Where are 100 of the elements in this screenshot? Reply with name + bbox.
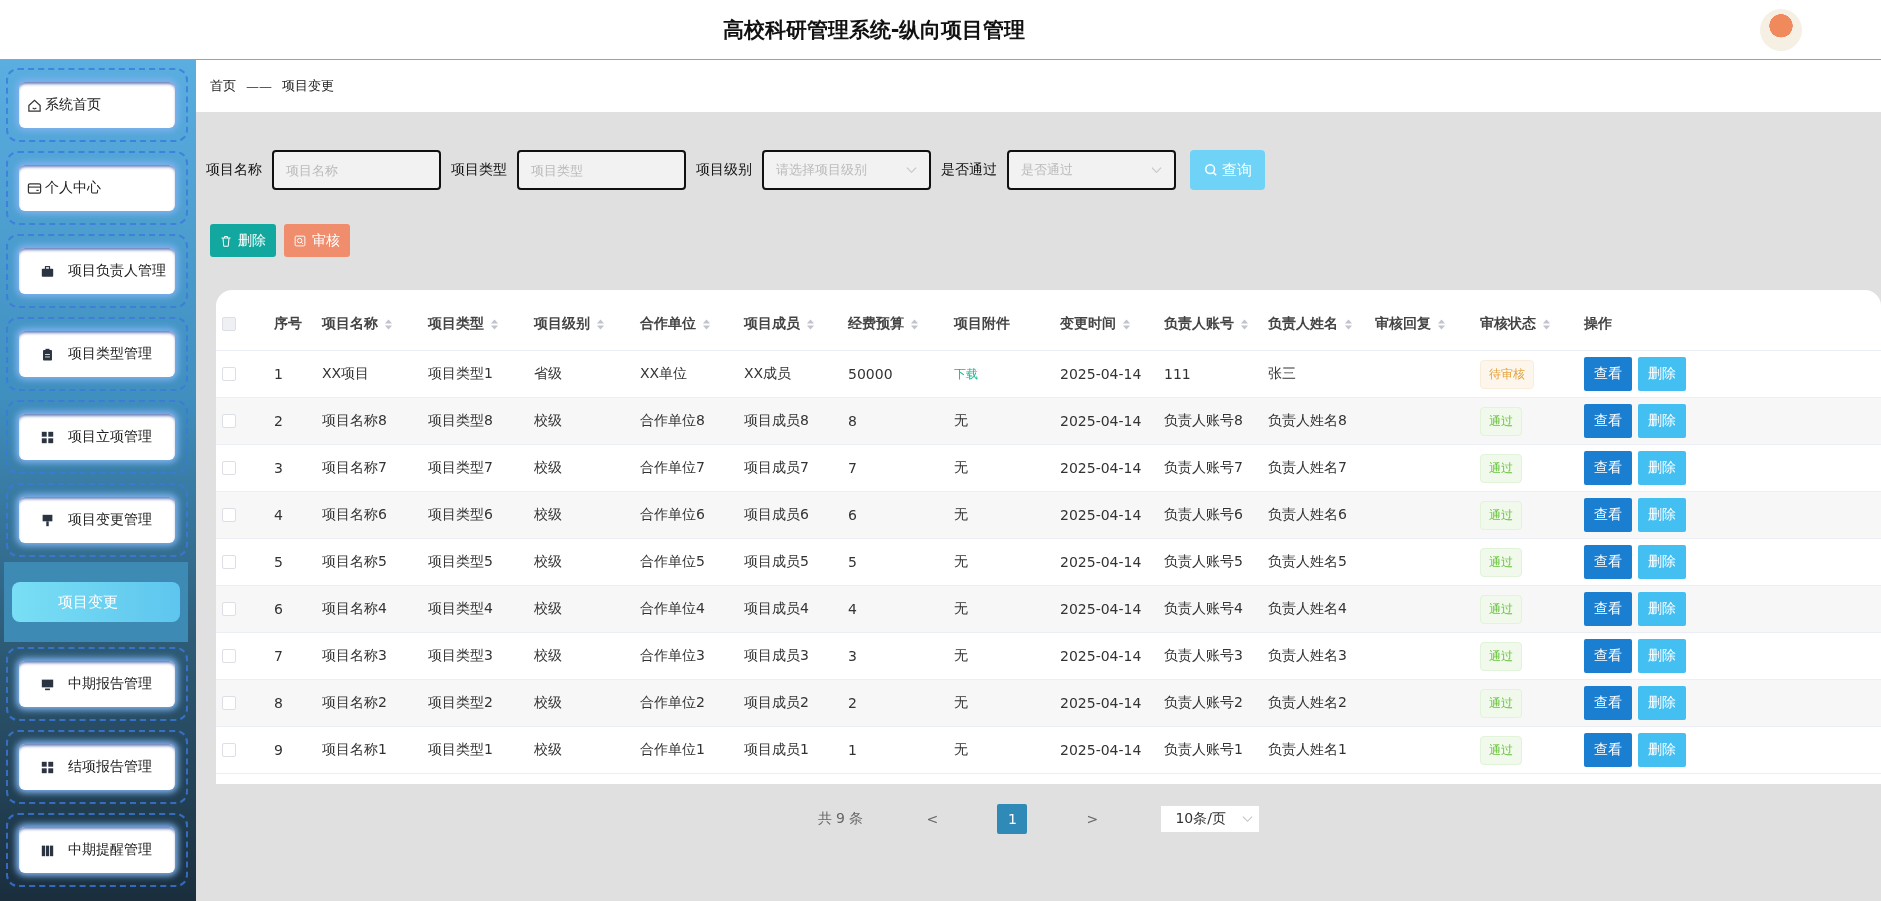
- status-tag: 通过: [1480, 547, 1522, 577]
- checkbox[interactable]: [222, 555, 236, 569]
- table-cell: 负责人姓名3: [1268, 647, 1347, 665]
- column-header: 序号: [274, 315, 302, 333]
- menu-item[interactable]: 项目变更管理: [19, 497, 175, 543]
- window-title: 高校科研管理系统-纵向项目管理: [721, 16, 1027, 44]
- table-cell: 项目名称7: [322, 459, 387, 477]
- breadcrumb-link[interactable]: 首页: [210, 77, 236, 95]
- view-button[interactable]: 查看: [1584, 357, 1632, 391]
- sort-icon[interactable]: [384, 317, 393, 331]
- table-cell: 6: [848, 507, 857, 523]
- table-cell: 项目名称8: [322, 412, 387, 430]
- sort-icon[interactable]: [490, 317, 499, 331]
- checkbox[interactable]: [222, 317, 236, 331]
- sort-icon[interactable]: [806, 317, 815, 331]
- view-button[interactable]: 查看: [1584, 639, 1632, 673]
- menu-item[interactable]: 结项报告管理: [19, 744, 175, 790]
- table-cell: XX成员: [744, 365, 792, 383]
- checkbox[interactable]: [222, 696, 236, 710]
- sort-icon[interactable]: [1344, 317, 1353, 331]
- menu-item[interactable]: 项目负责人管理: [19, 248, 175, 294]
- table-cell: 张三: [1268, 365, 1296, 383]
- view-button[interactable]: 查看: [1584, 404, 1632, 438]
- status-tag: 通过: [1480, 594, 1522, 624]
- table-cell: 无: [954, 600, 968, 618]
- column-header: 项目类型: [428, 315, 484, 333]
- view-button[interactable]: 查看: [1584, 498, 1632, 532]
- view-button[interactable]: 查看: [1584, 545, 1632, 579]
- books-icon: [41, 843, 54, 857]
- table-cell: 校级: [534, 553, 562, 571]
- chevron-icon: [1151, 166, 1162, 174]
- checkbox[interactable]: [222, 649, 236, 663]
- table-cell: 项目类型3: [428, 647, 493, 665]
- column-header: 项目名称: [322, 315, 378, 333]
- menu-item[interactable]: 项目类型管理: [19, 331, 175, 377]
- page-button[interactable]: 1: [997, 804, 1028, 834]
- table-cell: 负责人姓名5: [1268, 553, 1347, 571]
- next-page-button[interactable]: >: [1077, 810, 1108, 828]
- table-cell: 校级: [534, 459, 562, 477]
- table-cell: 4: [848, 601, 857, 617]
- menu-item[interactable]: 个人中心: [19, 165, 175, 211]
- view-button[interactable]: 查看: [1584, 733, 1632, 767]
- breadcrumb-current: 项目变更: [282, 77, 334, 95]
- prev-page-button[interactable]: <: [917, 810, 948, 828]
- filter-label: 是否通过: [941, 161, 997, 179]
- review-button[interactable]: 审核: [284, 224, 350, 257]
- table-cell: 2025-04-14: [1060, 742, 1142, 758]
- view-button[interactable]: 查看: [1584, 451, 1632, 485]
- table-cell: 2: [848, 695, 857, 711]
- filter-label: 项目名称: [206, 161, 262, 179]
- grid-icon: [41, 430, 54, 444]
- sort-icon[interactable]: [1122, 317, 1131, 331]
- sort-icon[interactable]: [702, 317, 711, 331]
- table-cell: 校级: [534, 600, 562, 618]
- delete-button[interactable]: 删除: [210, 224, 276, 257]
- view-button[interactable]: 查看: [1584, 592, 1632, 626]
- table-cell: 项目类型7: [428, 459, 493, 477]
- checkbox[interactable]: [222, 602, 236, 616]
- table-cell: 项目成员5: [744, 553, 809, 571]
- table-cell: 合作单位8: [640, 412, 705, 430]
- avatar[interactable]: [1760, 8, 1802, 51]
- table-cell: 负责人账号6: [1164, 506, 1243, 524]
- sort-icon[interactable]: [910, 317, 919, 331]
- chevron-icon: [1242, 815, 1254, 823]
- sort-icon[interactable]: [1437, 317, 1446, 331]
- status-tag: 通过: [1480, 688, 1522, 718]
- menu-item[interactable]: 系统首页: [19, 82, 175, 128]
- checkbox[interactable]: [222, 367, 236, 381]
- review-icon: [294, 234, 306, 247]
- table-cell: 校级: [534, 647, 562, 665]
- column-header: 项目成员: [744, 315, 800, 333]
- table-cell: 2025-04-14: [1060, 695, 1142, 711]
- checkbox[interactable]: [222, 508, 236, 522]
- column-header: 项目级别: [534, 315, 590, 333]
- column-header: 审核状态: [1480, 315, 1536, 333]
- menu-item[interactable]: 项目立项管理: [19, 414, 175, 460]
- menu-item[interactable]: 中期报告管理: [19, 661, 175, 707]
- table-cell: 7: [274, 648, 283, 664]
- table-cell: 项目成员1: [744, 741, 809, 759]
- view-button[interactable]: 查看: [1584, 686, 1632, 720]
- menu-item[interactable]: 中期提醒管理: [19, 827, 175, 873]
- page-size-select[interactable]: 10条/页: [1161, 806, 1260, 832]
- table-cell: 负责人账号4: [1164, 600, 1243, 618]
- column-header: 合作单位: [640, 315, 696, 333]
- table-cell: 合作单位3: [640, 647, 705, 665]
- sort-icon[interactable]: [1240, 317, 1249, 331]
- sort-icon[interactable]: [596, 317, 605, 331]
- checkbox[interactable]: [222, 461, 236, 475]
- table-cell: 项目类型6: [428, 506, 493, 524]
- sort-icon[interactable]: [1542, 317, 1551, 331]
- checkbox[interactable]: [222, 414, 236, 428]
- clipboard-icon: [41, 347, 54, 361]
- table-cell: 合作单位7: [640, 459, 705, 477]
- table-cell: 3: [848, 648, 857, 664]
- search-icon: [1203, 163, 1218, 177]
- checkbox[interactable]: [222, 743, 236, 757]
- table-cell: XX项目: [322, 365, 370, 383]
- download-link[interactable]: 下载: [954, 365, 978, 383]
- table-cell: 项目名称2: [322, 694, 387, 712]
- table-cell: 项目类型5: [428, 553, 493, 571]
